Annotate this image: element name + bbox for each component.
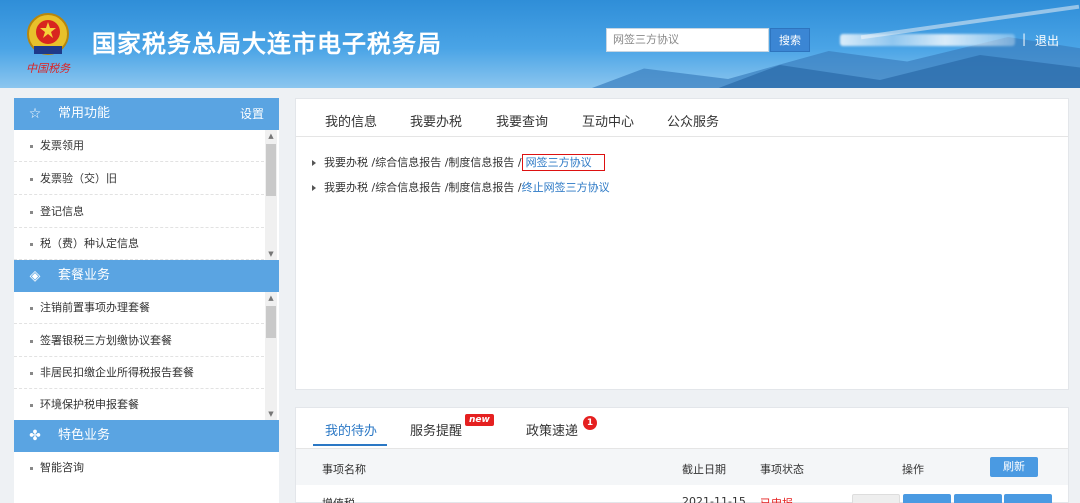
header-banner: 中国税务 国家税务总局大连市电子税务局 网签三方协议 搜索 | 退出: [0, 0, 1080, 88]
result-path: 我要办税 /综合信息报告 /制度信息报告 /: [324, 156, 522, 169]
row-action-button[interactable]: [852, 494, 900, 503]
star-outline-icon: ☆: [28, 106, 42, 122]
tab-tax-handling[interactable]: 我要办税: [410, 111, 462, 130]
result-item: 我要办税 /综合信息报告 /制度信息报告 / 网签三方协议: [312, 154, 605, 171]
sidebar-item[interactable]: 非居民扣缴企业所得税报告套餐: [14, 357, 264, 389]
settings-link[interactable]: 设置: [240, 98, 264, 130]
column-header: 事项状态: [760, 463, 804, 476]
triangle-right-icon: [312, 160, 316, 166]
todo-panel: 我的待办 服务提醒 new 政策速递 1 事项名称 截止日期 事项状态 操作 刷…: [295, 407, 1069, 503]
active-tab-underline: [313, 444, 387, 446]
result-link[interactable]: 终止网签三方协议: [522, 181, 610, 194]
tab-my-todo[interactable]: 我的待办: [325, 420, 377, 439]
layers-icon: ◈: [29, 268, 41, 284]
refresh-button[interactable]: 刷新: [990, 457, 1038, 477]
column-header: 事项名称: [322, 463, 366, 476]
result-link[interactable]: 网签三方协议: [521, 154, 605, 171]
user-name-blurred: [840, 34, 1015, 46]
sidebar-item[interactable]: 智能咨询: [14, 452, 264, 484]
tab-service-reminder[interactable]: 服务提醒: [410, 420, 462, 439]
triangle-right-icon: [312, 185, 316, 191]
column-header: 截止日期: [682, 463, 726, 476]
tab-policy-express[interactable]: 政策速递: [526, 420, 578, 439]
scrollbar[interactable]: ▲ ▼: [265, 292, 277, 420]
count-badge: 1: [583, 416, 597, 430]
scrollbar[interactable]: ▲ ▼: [265, 130, 277, 260]
section-title: 常用功能: [58, 106, 111, 121]
row-action-button[interactable]: [954, 494, 1002, 503]
scroll-up-icon[interactable]: ▲: [265, 132, 277, 140]
scroll-thumb[interactable]: [266, 306, 276, 338]
scroll-down-icon[interactable]: ▼: [265, 250, 277, 258]
scroll-thumb[interactable]: [266, 144, 276, 196]
sidebar-item[interactable]: 发票验（交）旧: [14, 163, 264, 195]
grid-clover-icon: ✤: [29, 428, 41, 444]
logout-link[interactable]: 退出: [1035, 32, 1059, 49]
scroll-down-icon[interactable]: ▼: [265, 410, 277, 418]
tab-interaction[interactable]: 互动中心: [582, 111, 634, 130]
tax-emblem-icon: [27, 13, 69, 55]
row-date: 2021-11-15: [682, 495, 746, 503]
section-header-special: ✤ 特色业务: [14, 420, 279, 452]
sidebar-item[interactable]: 注销前置事项办理套餐: [14, 292, 264, 324]
section-header-common: ☆ 常用功能 设置: [14, 98, 279, 130]
table-header: 事项名称 截止日期 事项状态 操作 刷新: [296, 448, 1068, 485]
row-status: 已申报: [760, 495, 793, 503]
new-badge: new: [465, 414, 494, 426]
search-button[interactable]: 搜索: [770, 28, 810, 52]
search-input[interactable]: 网签三方协议: [606, 28, 769, 52]
sidebar: ☆ 常用功能 设置 发票领用 发票验（交）旧 登记信息 税（费）种认定信息 ▲ …: [14, 98, 279, 503]
header-separator: |: [1022, 32, 1027, 46]
search-results-panel: 我的信息 我要办税 我要查询 互动中心 公众服务 我要办税 /综合信息报告 /制…: [295, 98, 1069, 390]
row-name: 增值税: [322, 495, 355, 503]
sidebar-item[interactable]: 发票领用: [14, 130, 264, 162]
section-title: 特色业务: [58, 428, 111, 443]
result-item: 我要办税 /综合信息报告 /制度信息报告 /终止网签三方协议: [312, 179, 610, 195]
tab-my-info[interactable]: 我的信息: [325, 111, 377, 130]
main-nav-tabs: 我的信息 我要办税 我要查询 互动中心 公众服务: [296, 99, 1068, 137]
site-title: 国家税务总局大连市电子税务局: [92, 30, 442, 58]
tab-query[interactable]: 我要查询: [496, 111, 548, 130]
tab-public-service[interactable]: 公众服务: [667, 111, 719, 130]
sidebar-item[interactable]: 税（费）种认定信息: [14, 228, 264, 260]
sidebar-item[interactable]: 环境保护税申报套餐: [14, 389, 264, 421]
column-header: 操作: [902, 463, 924, 476]
result-path: 我要办税 /综合信息报告 /制度信息报告 /: [324, 181, 522, 194]
scroll-up-icon[interactable]: ▲: [265, 294, 277, 302]
table-row: 增值税 2021-11-15 已申报: [296, 494, 1068, 503]
sidebar-item[interactable]: 登记信息: [14, 196, 264, 228]
row-action-button[interactable]: [903, 494, 951, 503]
section-title: 套餐业务: [58, 268, 111, 283]
emblem-caption: 中国税务: [26, 62, 70, 75]
section-header-package: ◈ 套餐业务: [14, 260, 279, 292]
sidebar-item[interactable]: 签署银税三方划缴协议套餐: [14, 325, 264, 357]
row-action-button[interactable]: [1004, 494, 1052, 503]
